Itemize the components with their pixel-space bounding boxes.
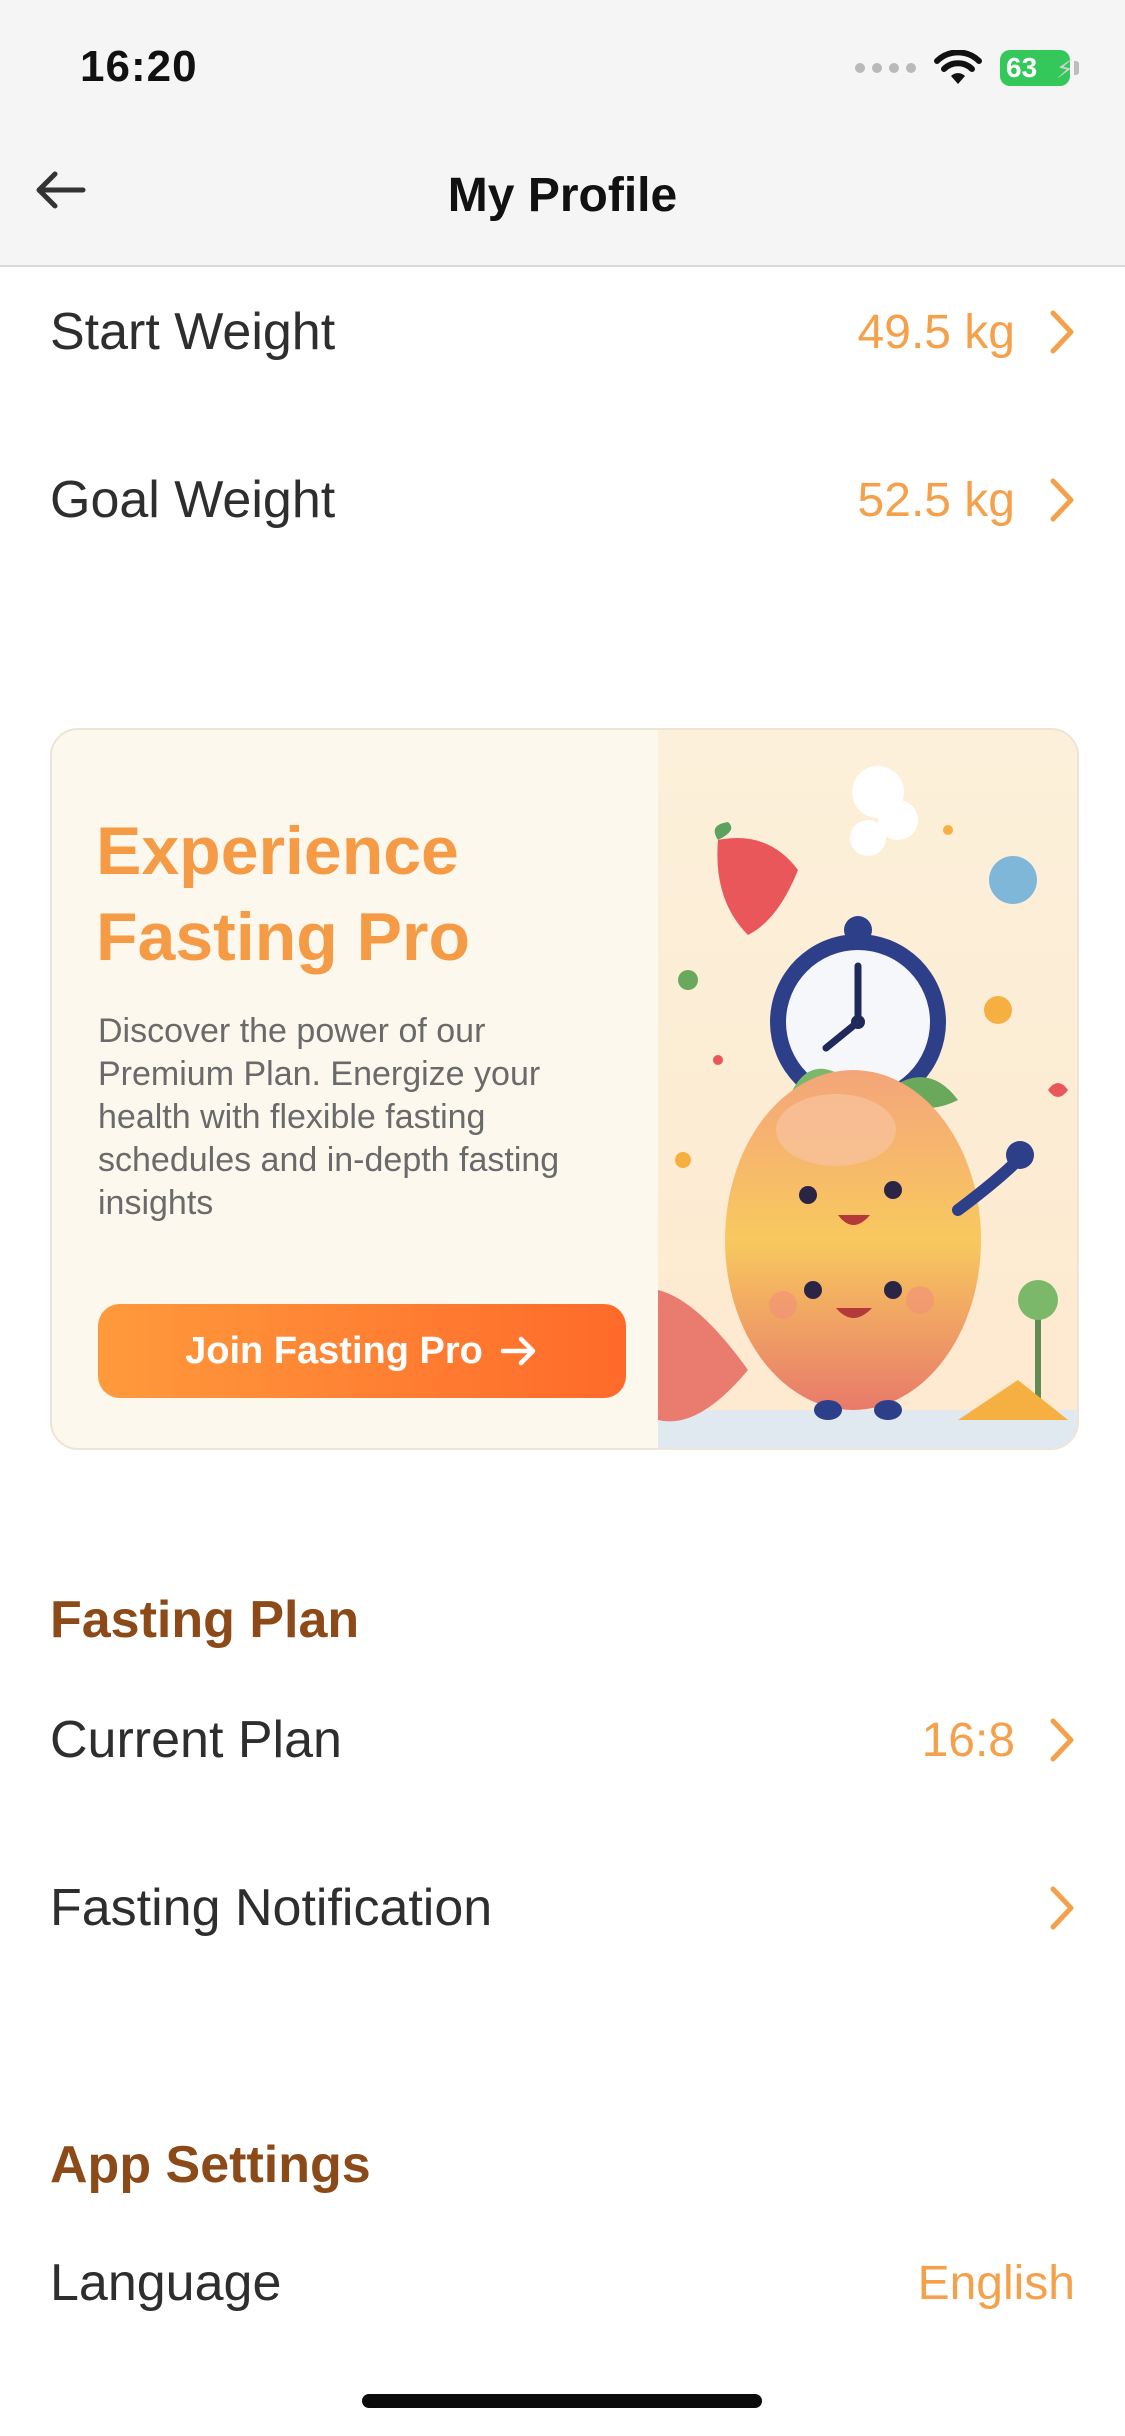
current-plan-row[interactable]: Current Plan 16:8 [50,1695,1075,1785]
status-icons: 63 ⚡ [855,48,1079,88]
current-plan-label: Current Plan [50,1711,342,1769]
language-label: Language [50,2254,282,2312]
language-row[interactable]: Language English [50,2238,1075,2328]
fasting-notification-label: Fasting Notification [50,1879,493,1937]
battery-icon: 63 ⚡ [1000,50,1074,86]
chevron-right-icon [1049,1717,1075,1763]
join-button-label: Join Fasting Pro [185,1329,483,1372]
start-weight-row[interactable]: Start Weight 49.5 kg [50,287,1075,377]
start-weight-value: 49.5 kg [857,305,1015,359]
promo-description: Discover the power of our Premium Plan. … [98,1012,560,1222]
start-weight-label: Start Weight [50,303,336,361]
status-time: 16:20 [80,42,198,91]
home-indicator[interactable] [362,2394,762,2408]
charging-bolt-icon: ⚡ [1055,54,1074,84]
chevron-right-icon [1049,477,1075,523]
fasting-plan-section-title: Fasting Plan [50,1591,360,1649]
chevron-right-icon [1049,1885,1075,1931]
promo-title-line1: Experience [96,813,459,889]
goal-weight-label: Goal Weight [50,471,336,529]
battery-level: 63 [1006,52,1038,83]
cellular-signal-icon [855,63,916,73]
chevron-right-icon [1049,309,1075,355]
arrow-right-icon [500,1336,536,1366]
fasting-pro-promo-card[interactable]: Experience Fasting Pro Discover the powe… [50,728,1079,1450]
goal-weight-row[interactable]: Goal Weight 52.5 kg [50,455,1075,545]
app-settings-section-title: App Settings [50,2136,371,2194]
fasting-notification-row[interactable]: Fasting Notification [50,1863,1075,1953]
top-bar: 16:20 63 ⚡ My Profile [0,0,1125,267]
promo-title-line2: Fasting Pro [96,899,471,975]
mascot-illustration [658,730,1077,1448]
page-title: My Profile [447,169,678,222]
goal-weight-value: 52.5 kg [857,473,1015,527]
wifi-icon [934,50,982,86]
current-plan-value: 16:8 [921,1713,1015,1767]
language-value: English [917,2256,1075,2310]
join-fasting-pro-button[interactable]: Join Fasting Pro [98,1304,626,1398]
battery-cap [1074,61,1079,75]
promo-title: Experience Fasting Pro [96,808,656,980]
